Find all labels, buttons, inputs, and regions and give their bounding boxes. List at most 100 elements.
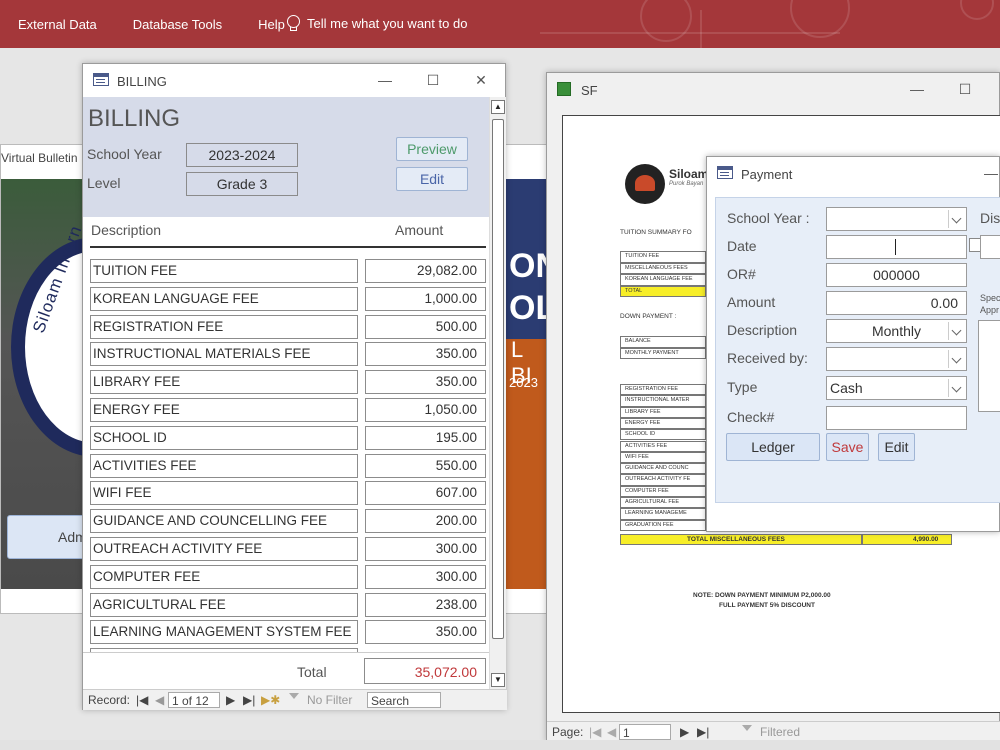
record-position[interactable]: 1 of 12 <box>168 692 220 708</box>
report-cell: REGISTRATION FEE <box>620 384 706 396</box>
filtered-indicator[interactable]: Filtered <box>760 725 800 739</box>
prev-page-icon[interactable]: ◀ <box>607 725 616 739</box>
vertical-scrollbar[interactable]: ▲ ▼ <box>489 97 506 689</box>
maximize-icon[interactable]: ☐ <box>955 79 975 99</box>
edit-button[interactable]: Edit <box>396 167 468 191</box>
ribbon-tab-help[interactable]: Help <box>258 17 285 32</box>
report-cell-label: GRADUATION FEE <box>625 521 674 528</box>
or-field[interactable]: 000000 <box>826 263 967 287</box>
no-filter-button[interactable]: No Filter <box>307 693 352 707</box>
row-description[interactable]: INSTRUCTIONAL MATERIALS FEE <box>90 342 358 367</box>
check-field[interactable] <box>826 406 967 430</box>
tell-me-box[interactable]: Tell me what you want to do <box>286 15 467 31</box>
payment-titlebar: Payment — <box>707 157 999 190</box>
minimize-icon[interactable]: — <box>981 163 1000 183</box>
minimize-icon[interactable]: — <box>907 79 927 99</box>
report-cell: BALANCE <box>620 336 706 348</box>
received-by-select[interactable] <box>826 347 967 371</box>
last-page-icon[interactable]: ▶| <box>697 725 709 739</box>
preview-button[interactable]: Preview <box>396 137 468 161</box>
edit-button[interactable]: Edit <box>878 433 915 461</box>
report-cell: MISCELLANEOUS FEES <box>620 262 706 274</box>
row-description[interactable]: LIBRARY FEE <box>90 370 358 395</box>
ribbon-decoration <box>700 10 702 48</box>
prev-record-icon[interactable]: ◀ <box>155 693 164 707</box>
scroll-thumb[interactable] <box>492 119 504 639</box>
search-input[interactable]: Search <box>367 692 441 708</box>
page-number-field[interactable]: 1 <box>619 724 671 740</box>
school-year-select[interactable] <box>826 207 967 231</box>
ledger-button[interactable]: Ledger <box>726 433 820 461</box>
scroll-up-icon[interactable]: ▲ <box>491 100 505 114</box>
row-description[interactable]: COMPUTER FEE <box>90 564 358 589</box>
row-description[interactable]: ENERGY FEE <box>90 398 358 422</box>
row-description[interactable]: KOREAN LANGUAGE FEE <box>90 286 358 311</box>
row-description[interactable]: TUITION FEE <box>90 259 358 283</box>
ribbon-tab-database-tools[interactable]: Database Tools <box>133 17 222 32</box>
first-page-icon[interactable]: |◀ <box>589 725 601 739</box>
billing-detail: Description Amount TUITION FEE 29,082.00 K… <box>83 217 489 657</box>
discount-field[interactable] <box>980 235 1000 259</box>
poster-year: 2023 <box>509 375 538 390</box>
filter-icon <box>289 693 300 702</box>
level-field[interactable]: Grade 3 <box>186 172 298 196</box>
row-description[interactable]: SCHOOL ID <box>90 425 358 450</box>
last-record-icon[interactable]: ▶| <box>243 693 255 707</box>
date-field[interactable] <box>826 235 967 259</box>
row-amount[interactable]: 238.00 <box>365 592 486 617</box>
ribbon-decoration <box>960 0 994 20</box>
date-label: Date <box>727 238 757 254</box>
row-description[interactable]: REGISTRATION FEE <box>90 314 358 339</box>
form-icon <box>93 73 109 86</box>
row-description[interactable]: AGRICULTURAL FEE <box>90 592 358 617</box>
chevron-down-icon[interactable] <box>948 322 964 340</box>
bulletin-poster: ONA OL L BI 2023 <box>505 179 547 589</box>
row-description[interactable]: LEARNING MANAGEMENT SYSTEM FEE <box>90 620 358 645</box>
row-amount[interactable]: 1,050.00 <box>365 398 486 422</box>
row-amount[interactable]: 195.00 <box>365 425 486 450</box>
billing-window: BILLING — ☐ ✕ BILLING School Year 2023-2… <box>82 63 507 710</box>
billing-titlebar: BILLING — ☐ ✕ <box>83 64 505 97</box>
school-year-field[interactable]: 2023-2024 <box>186 143 298 167</box>
ribbon-tab-external-data[interactable]: External Data <box>18 17 97 32</box>
row-description[interactable]: ACTIVITIES FEE <box>90 453 358 478</box>
report-cell-label: SCHOOL ID <box>625 431 656 438</box>
row-amount[interactable]: 350.00 <box>365 370 486 395</box>
save-button[interactable]: Save <box>826 433 869 461</box>
chevron-down-icon[interactable] <box>948 350 964 368</box>
row-amount[interactable]: 350.00 <box>365 342 486 367</box>
description-select[interactable]: Monthly <box>826 319 967 343</box>
report-cell-label: INSTRUCTIONAL MATER <box>625 397 690 404</box>
description-header: Description <box>91 222 162 238</box>
row-amount[interactable]: 607.00 <box>365 481 486 506</box>
scroll-down-icon[interactable]: ▼ <box>491 673 505 687</box>
row-amount[interactable]: 500.00 <box>365 314 486 339</box>
row-description[interactable]: GUIDANCE AND COUNCELLING FEE <box>90 509 358 534</box>
approval-label: Appr <box>980 305 1000 315</box>
minimize-icon[interactable]: — <box>375 70 395 90</box>
row-amount[interactable]: 300.00 <box>365 564 486 589</box>
page-label: Page: <box>552 725 584 739</box>
amount-field[interactable]: 0.00 <box>826 291 967 315</box>
row-amount[interactable]: 29,082.00 <box>365 259 486 283</box>
maximize-icon[interactable]: ☐ <box>423 70 443 90</box>
poster-line: OL <box>509 289 547 327</box>
new-record-icon[interactable]: ▶✱ <box>261 693 280 707</box>
special-approval-field[interactable] <box>978 320 1000 412</box>
chevron-down-icon[interactable] <box>948 379 964 397</box>
first-record-icon[interactable]: |◀ <box>136 693 148 707</box>
next-record-icon[interactable]: ▶ <box>226 693 235 707</box>
type-select[interactable]: Cash <box>826 376 967 400</box>
row-amount[interactable]: 350.00 <box>365 620 486 645</box>
close-icon[interactable]: ✕ <box>471 70 491 90</box>
row-amount[interactable]: 1,000.00 <box>365 286 486 311</box>
row-amount[interactable]: 550.00 <box>365 453 486 478</box>
text-cursor <box>895 239 896 255</box>
chevron-down-icon[interactable] <box>948 210 964 228</box>
row-amount[interactable]: 200.00 <box>365 509 486 534</box>
row-description[interactable]: WIFI FEE <box>90 481 358 506</box>
next-page-icon[interactable]: ▶ <box>680 725 689 739</box>
tell-me-text: Tell me what you want to do <box>307 15 468 31</box>
row-amount[interactable]: 300.00 <box>365 537 486 561</box>
row-description[interactable]: OUTREACH ACTIVITY FEE <box>90 537 358 561</box>
